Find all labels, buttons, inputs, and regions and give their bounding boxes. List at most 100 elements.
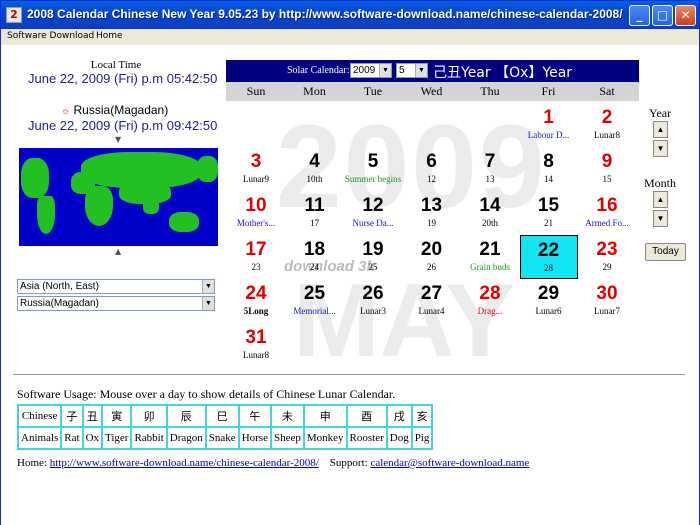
zodiac-animal: Rooster: [345, 426, 388, 450]
day-cell[interactable]: 21 Grain buds: [461, 235, 519, 279]
day-number: 20: [420, 239, 443, 260]
chevron-down-icon: ▼: [415, 64, 427, 77]
year-spin-label: Year: [649, 106, 672, 120]
zodiac-animals-row: Animals Rat Ox Tiger Rabbit Dragon Snake Horse…: [16, 426, 434, 450]
month-up-button[interactable]: ▲: [653, 191, 668, 208]
day-cell[interactable]: 10 Mother's...: [227, 191, 285, 235]
day-cell[interactable]: 28 Drag...: [461, 279, 519, 323]
window-title: 2008 Calendar Chinese New Year 9.05.23 b…: [27, 7, 623, 21]
usage-text: Software Usage: Mouse over a day to show…: [17, 387, 396, 401]
remote-city-label: ☼ Russia(Magadan): [61, 103, 169, 117]
world-map[interactable]: [19, 148, 218, 246]
day-cell[interactable]: 30 Lunar7: [578, 279, 636, 323]
day-lunar-note: 19: [427, 218, 436, 228]
day-number: 29: [537, 283, 560, 304]
footer: Home: http://www.software-download.name/…: [17, 457, 529, 469]
day-number: 7: [484, 151, 496, 172]
day-cell[interactable]: 9 15: [578, 147, 636, 191]
month-select[interactable]: 5 ▼: [396, 63, 428, 78]
day-cell[interactable]: 1 Labour D...: [520, 103, 578, 147]
chevron-down-icon: ▼: [202, 297, 214, 310]
solar-calendar-label: Solar Calendar:: [287, 65, 350, 76]
day-number: 25: [303, 283, 326, 304]
zodiac-chars-row: Chinese 子丑寅卯辰巳午未申酉戌亥: [16, 404, 434, 428]
year-down-button[interactable]: ▼: [653, 140, 668, 157]
day-cell[interactable]: 19 25: [344, 235, 402, 279]
zodiac-animals-label: Animals: [16, 426, 63, 450]
day-number: 12: [362, 195, 384, 216]
day-cell[interactable]: 23 29: [578, 235, 636, 279]
zodiac-char: 申: [302, 404, 348, 428]
day-number: 2: [601, 107, 613, 128]
app-icon: 2: [6, 7, 22, 23]
day-cell[interactable]: 31 Lunar8: [227, 323, 285, 367]
day-cell[interactable]: 14 20th: [461, 191, 519, 235]
year-up-button[interactable]: ▲: [653, 121, 668, 138]
day-number: 4: [309, 151, 320, 172]
day-lunar-note: Nurse Da...: [352, 218, 394, 228]
day-cell[interactable]: 7 13: [461, 147, 519, 191]
day-cell[interactable]: 27 Lunar4: [403, 279, 461, 323]
close-button[interactable]: ✕: [675, 5, 696, 26]
weekday-label: Sat: [599, 84, 615, 98]
day-number: 31: [245, 327, 267, 348]
menu-home[interactable]: Home: [96, 31, 123, 41]
zodiac-animal: Sheep: [269, 426, 305, 450]
day-cell[interactable]: 5 Summer begins: [344, 147, 402, 191]
month-down-button[interactable]: ▼: [653, 210, 668, 227]
day-number: 17: [245, 239, 267, 260]
day-number: 8: [543, 151, 554, 172]
day-lunar-note: 25: [368, 262, 378, 272]
day-cell[interactable]: 25 Memorial...: [286, 279, 344, 323]
day-cell[interactable]: 17 23: [227, 235, 285, 279]
day-number: 5: [367, 151, 379, 172]
day-cell[interactable]: 24 5Long: [227, 279, 285, 323]
day-lunar-note: 20th: [481, 218, 498, 228]
day-cell[interactable]: 2 Lunar8: [578, 103, 636, 147]
zodiac-table: Chinese 子丑寅卯辰巳午未申酉戌亥 Animals Rat Ox Tiger R…: [16, 404, 434, 450]
day-cell[interactable]: 13 19: [403, 191, 461, 235]
zodiac-animal: Tiger: [101, 426, 133, 450]
title-bar[interactable]: 2 2008 Calendar Chinese New Year 9.05.23…: [1, 1, 699, 29]
day-cell[interactable]: 3 Lunar9: [227, 147, 285, 191]
day-lunar-note: 12: [427, 174, 436, 184]
year-select[interactable]: 2009 ▼: [350, 63, 392, 78]
menu-software-download[interactable]: Software Download: [7, 31, 94, 41]
home-label: Home:: [17, 457, 47, 469]
region-select[interactable]: Asia (North, East) ▼: [17, 279, 215, 294]
day-lunar-note: Lunar8: [243, 350, 269, 360]
day-cell[interactable]: 26 Lunar3: [344, 279, 402, 323]
zodiac-animal: Rat: [60, 426, 84, 450]
day-cell[interactable]: 8 14: [520, 147, 578, 191]
minimize-button[interactable]: _: [629, 5, 650, 26]
day-cell[interactable]: 15 21: [520, 191, 578, 235]
day-cell[interactable]: 18 24: [286, 235, 344, 279]
day-number: 6: [426, 151, 437, 172]
day-cell[interactable]: 6 12: [403, 147, 461, 191]
zodiac-char: 午: [237, 404, 272, 428]
maximize-button[interactable]: □: [652, 5, 673, 26]
zodiac-char: 子: [60, 404, 84, 428]
day-number: 22: [537, 240, 560, 261]
day-cell[interactable]: 22 28: [519, 235, 578, 279]
zodiac-char: 卯: [130, 404, 168, 428]
zodiac-char: 辰: [165, 404, 207, 428]
lunar-year-heading: 己丑Year 【Ox】Year: [433, 65, 573, 81]
day-cell[interactable]: 4 10th: [286, 147, 344, 191]
day-lunar-note: Mother's...: [236, 218, 276, 228]
day-cell[interactable]: 12 Nurse Da...: [344, 191, 402, 235]
day-lunar-note: 10th: [306, 174, 323, 184]
city-select[interactable]: Russia(Magadan) ▼: [17, 296, 215, 311]
home-link[interactable]: http://www.software-download.name/chines…: [50, 457, 319, 469]
day-lunar-note: 29: [602, 262, 612, 272]
day-cell[interactable]: 20 26: [403, 235, 461, 279]
day-number: 14: [479, 195, 501, 216]
day-cell[interactable]: 29 Lunar6: [520, 279, 578, 323]
support-link[interactable]: calendar@software-download.name: [370, 457, 529, 469]
day-lunar-note: Lunar9: [243, 174, 269, 184]
today-button[interactable]: Today: [645, 243, 686, 261]
day-cell[interactable]: 16 Armed Fo...: [578, 191, 636, 235]
day-cell[interactable]: 11 17: [286, 191, 344, 235]
chevron-down-icon: ▼: [379, 64, 391, 77]
zodiac-animal: Horse: [237, 426, 272, 450]
